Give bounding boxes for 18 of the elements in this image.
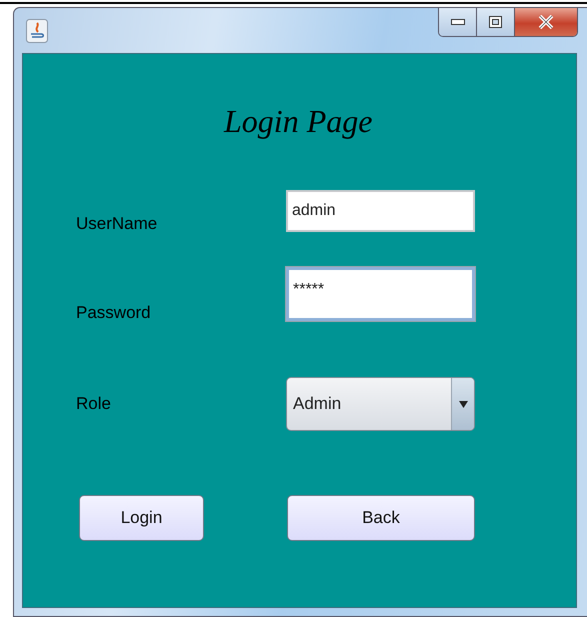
java-app-icon — [26, 19, 48, 43]
field-label: UserName — [76, 214, 158, 234]
dropdown-value: Admin — [292, 394, 342, 414]
maximize-icon — [489, 16, 502, 28]
action-button[interactable]: Login — [79, 495, 204, 541]
maximize-button[interactable] — [477, 8, 515, 36]
minimize-icon — [450, 19, 464, 25]
dropdown-arrow-icon — [458, 400, 468, 408]
username-field[interactable]: admin — [286, 190, 475, 232]
password-field[interactable]: ***** — [286, 267, 475, 321]
field-label: Password — [76, 303, 151, 323]
close-button[interactable] — [515, 8, 577, 36]
page-title: Login Page — [224, 103, 372, 141]
action-button[interactable]: Back — [287, 495, 475, 541]
role-dropdown[interactable]: Admin — [286, 377, 475, 431]
field-label: Role — [76, 394, 111, 414]
minimize-button[interactable] — [439, 8, 477, 36]
close-icon — [538, 15, 554, 29]
